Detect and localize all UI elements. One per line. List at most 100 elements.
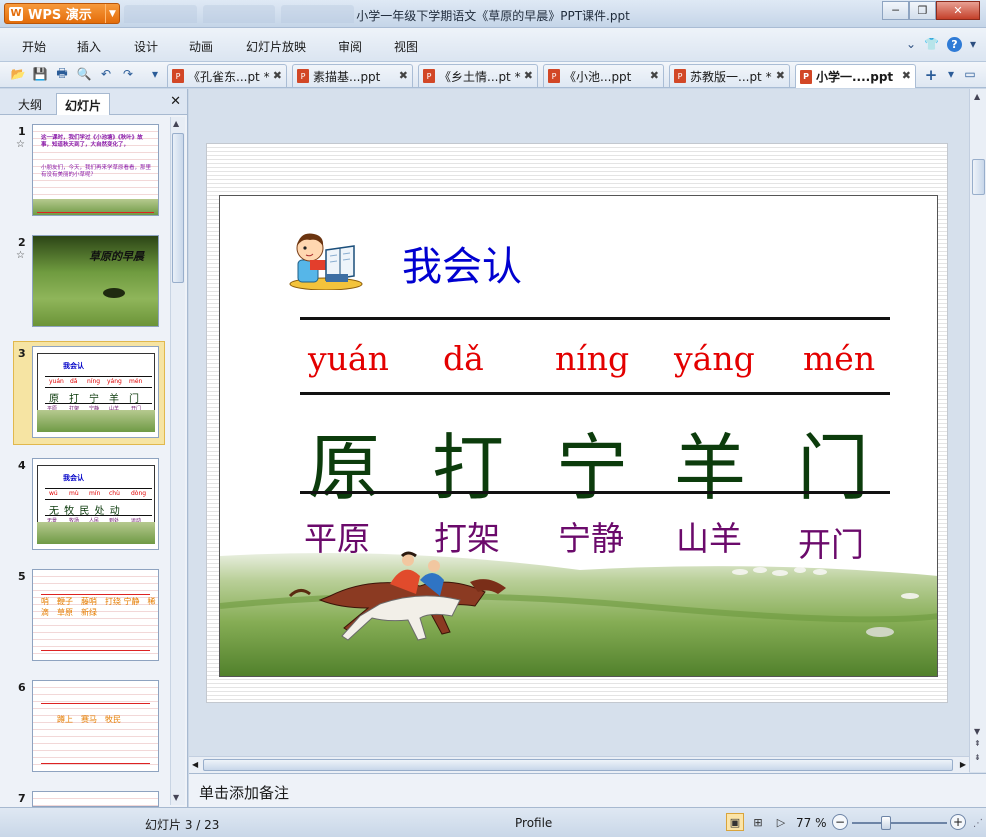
doc-tab-4[interactable]: P 《小池...ppt ✖ <box>543 64 664 87</box>
zoom-out-icon[interactable]: − <box>832 814 848 830</box>
doc-tab-3[interactable]: P 《乡土情...pt * ✖ <box>418 64 538 87</box>
print-icon[interactable]: 🖶 <box>54 66 70 82</box>
slide-editing-area: 我会认 yuán dǎ níng yáng mén 原 打 宁 羊 门 平原 打… <box>189 89 986 773</box>
new-tab-plus-icon[interactable]: + <box>920 65 942 85</box>
help-icon[interactable]: ? <box>946 37 962 52</box>
doc-tab-5[interactable]: P 苏教版一...pt * ✖ <box>669 64 790 87</box>
divider <box>45 488 152 489</box>
scroll-right-arrow-icon[interactable]: ▶ <box>960 760 966 769</box>
scrollbar-thumb[interactable] <box>972 159 985 195</box>
maximize-button[interactable]: ❐ <box>909 1 936 20</box>
scrollbar-thumb[interactable] <box>203 759 953 771</box>
ppt-file-icon: P <box>172 69 184 83</box>
redo-icon[interactable]: ↷ <box>120 66 136 82</box>
close-tab-icon[interactable]: ✖ <box>650 69 659 82</box>
close-tab-icon[interactable]: ✖ <box>524 69 533 82</box>
window-layout-icon[interactable]: ▭ <box>962 66 978 82</box>
doc-tab-label: 《孔雀东...pt * <box>188 69 270 84</box>
normal-view-icon[interactable]: ▣ <box>726 813 744 831</box>
save-icon[interactable]: 💾 <box>32 66 48 82</box>
vertical-scrollbar[interactable]: ▲ ▼ ⇞ ⇟ <box>969 89 986 772</box>
scroll-up-arrow-icon[interactable]: ▲ <box>974 92 980 101</box>
menu-home[interactable]: 开始 <box>22 38 46 55</box>
tab-slides[interactable]: 幻灯片 <box>56 93 111 115</box>
horizontal-scrollbar[interactable]: ◀ ▶ <box>189 756 969 773</box>
resize-grip-icon[interactable]: ⋰ <box>973 818 983 829</box>
zoom-in-icon[interactable]: + <box>950 814 966 830</box>
menu-review[interactable]: 审阅 <box>338 38 362 55</box>
thumb-text: 哨 鞭子 藤哨 打绕 宁静 稀滴 草原 新绿 <box>41 597 156 617</box>
menu-animation[interactable]: 动画 <box>189 38 213 55</box>
zoom-slider-knob[interactable] <box>881 816 891 830</box>
menu-insert[interactable]: 插入 <box>77 38 101 55</box>
divider <box>45 387 152 388</box>
scrollbar-thumb[interactable] <box>172 133 184 283</box>
menu-design[interactable]: 设计 <box>134 38 158 55</box>
thumb-pinyin: mín <box>89 490 101 497</box>
tab-list-dropdown-icon[interactable]: ▾ <box>943 66 959 82</box>
slide-thumbnail-6[interactable]: 蹲上 赛马 牧民 <box>32 680 159 772</box>
next-slide-icon[interactable]: ⇟ <box>974 753 981 762</box>
scroll-down-arrow-icon[interactable]: ▼ <box>974 727 980 736</box>
undo-icon[interactable]: ↶ <box>98 66 114 82</box>
zoom-percentage[interactable]: 77 % <box>796 816 827 830</box>
divider <box>300 392 890 395</box>
divider <box>41 650 150 651</box>
notes-placeholder[interactable]: 单击添加备注 <box>199 782 289 803</box>
slide-thumbnail-5[interactable]: 哨 鞭子 藤哨 打绕 宁静 稀滴 草原 新绿 <box>32 569 159 661</box>
ribbon-collapse-icon[interactable]: ⌄ <box>906 37 916 52</box>
tab-outline[interactable]: 大纲 <box>10 93 50 115</box>
slide-thumbnail-7[interactable] <box>32 791 159 807</box>
slide-canvas[interactable]: 我会认 yuán dǎ níng yáng mén 原 打 宁 羊 门 平原 打… <box>206 143 948 703</box>
scroll-left-arrow-icon[interactable]: ◀ <box>192 760 198 769</box>
close-panel-icon[interactable]: ✕ <box>170 94 181 109</box>
slide-thumbnail-4[interactable]: 我会认 wú mù mín chù dòng 无 牧 民 处 动 无景 牧场 人… <box>32 458 159 550</box>
close-window-button[interactable]: ✕ <box>936 1 980 20</box>
slide-thumbnail-3-selected[interactable]: 我会认 yuán dǎ níng yáng mén 原 打 宁 羊 门 平原 打… <box>32 346 159 438</box>
slide-thumbnail-2[interactable]: 草原的早晨 <box>32 235 159 327</box>
scroll-up-arrow-icon[interactable]: ▲ <box>173 119 179 128</box>
toolbar-dropdown-icon[interactable]: ▾ <box>147 66 163 82</box>
slide-number: 1 <box>18 125 26 138</box>
slide-thumbnail-1[interactable]: 这一课时，我们学过《小池塘》《秋叶》故事，知道秋天到了，大自然变化了， 小朋友们… <box>32 124 159 216</box>
current-slide[interactable]: 我会认 yuán dǎ níng yáng mén 原 打 宁 羊 门 平原 打… <box>219 195 938 677</box>
thumb-pinyin: chù <box>109 490 120 497</box>
print-preview-icon[interactable]: 🔍 <box>76 66 92 82</box>
window-title: 小学一年级下学期语文《草原的早晨》PPT课件.ppt <box>356 9 630 23</box>
menu-slideshow[interactable]: 幻灯片放映 <box>246 38 306 55</box>
child-reading-icon <box>289 233 363 290</box>
minimize-button[interactable]: ─ <box>882 1 909 20</box>
close-tab-icon[interactable]: ✖ <box>902 69 911 82</box>
chevron-down-icon[interactable]: ▾ <box>970 37 976 52</box>
doc-tab-6-active[interactable]: P 小学一....ppt ✖ <box>795 64 916 88</box>
thumb-text: 蹲上 赛马 牧民 <box>57 715 121 724</box>
previous-slide-icon[interactable]: ⇞ <box>974 739 981 748</box>
meadow-image <box>37 522 155 544</box>
slide-indicator: 幻灯片 3 / 23 <box>145 818 220 832</box>
doc-tab-label: 苏教版一...pt * <box>690 69 772 84</box>
status-bar: 幻灯片 3 / 23 Profile ▣ ⊞ ▷ 77 % − + ⋰ <box>0 807 986 837</box>
thumbnail-scrollbar[interactable]: ▲ ▼ <box>170 117 185 805</box>
doc-tab-label: 《乡土情...pt * <box>439 69 521 84</box>
divider <box>300 317 890 320</box>
doc-tab-1[interactable]: P 《孔雀东...pt * ✖ <box>167 64 287 87</box>
zoom-slider-track[interactable] <box>852 822 947 824</box>
divider <box>45 376 152 377</box>
meadow-image <box>37 410 155 432</box>
close-tab-icon[interactable]: ✖ <box>399 69 408 82</box>
animation-star-icon: ☆ <box>16 250 25 261</box>
slide-sorter-icon[interactable]: ⊞ <box>749 813 767 831</box>
divider <box>45 499 152 500</box>
ppt-file-icon: P <box>423 69 435 83</box>
quick-toolbar: 📂 💾 🖶 🔍 ↶ ↷ ▾ P 《孔雀东...pt * ✖ P 素描基...pp… <box>0 62 986 88</box>
menu-view[interactable]: 视图 <box>394 38 418 55</box>
doc-tab-2[interactable]: P 素描基...ppt ✖ <box>292 64 413 87</box>
notes-pane[interactable]: 单击添加备注 <box>189 773 986 807</box>
open-folder-icon[interactable]: 📂 <box>10 66 26 82</box>
scroll-down-arrow-icon[interactable]: ▼ <box>173 793 179 802</box>
skin-shirt-icon[interactable]: 👕 <box>924 37 939 52</box>
close-tab-icon[interactable]: ✖ <box>273 69 282 82</box>
divider <box>45 515 152 516</box>
close-tab-icon[interactable]: ✖ <box>776 69 785 82</box>
slideshow-play-icon[interactable]: ▷ <box>772 813 790 831</box>
